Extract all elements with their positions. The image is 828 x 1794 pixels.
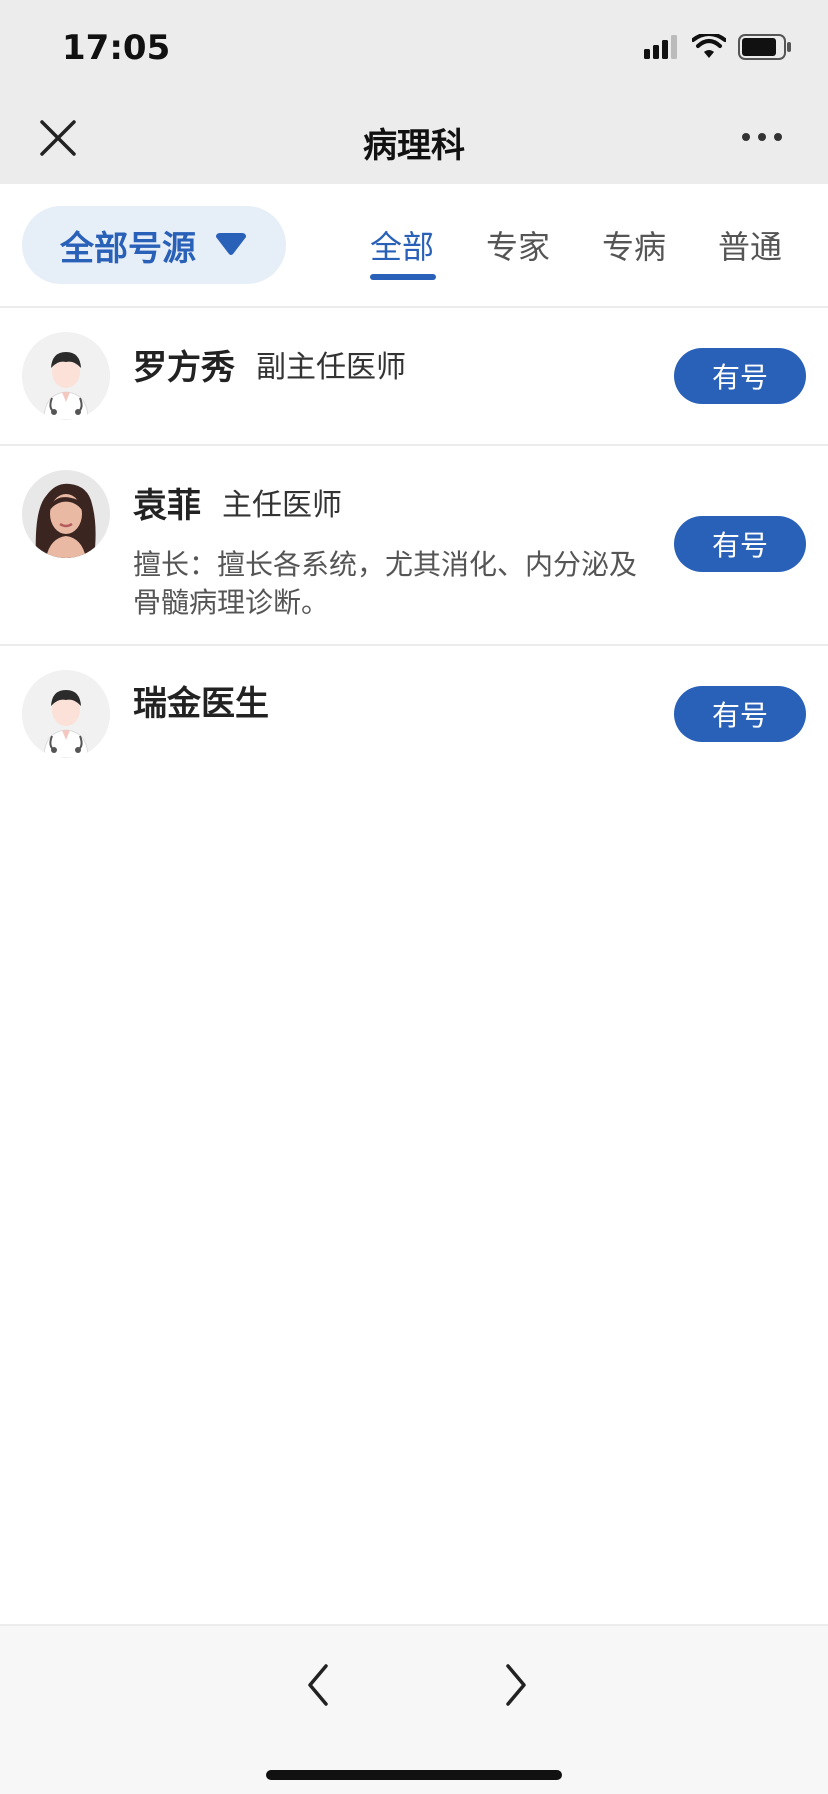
doctor-avatar bbox=[22, 670, 110, 758]
caret-down-icon bbox=[216, 233, 246, 255]
category-tabs: 全部 专家 专病 普通 bbox=[350, 184, 810, 306]
status-time: 17:05 bbox=[62, 28, 171, 68]
doctor-photo-icon bbox=[22, 470, 110, 558]
doctor-name: 袁菲 bbox=[133, 486, 201, 526]
doctor-name: 瑞金医生 bbox=[133, 684, 269, 724]
wifi-icon bbox=[692, 34, 726, 58]
tab-general[interactable]: 普通 bbox=[718, 222, 782, 268]
doctor-title: 主任医师 bbox=[222, 488, 342, 523]
status-icons bbox=[644, 34, 792, 60]
battery-icon bbox=[738, 34, 791, 60]
bottom-toolbar bbox=[0, 1624, 828, 1794]
source-filter-label: 全部号源 bbox=[60, 228, 196, 269]
doctor-list-item[interactable]: 罗方秀 副主任医师 有号 bbox=[0, 308, 828, 446]
chevron-right-icon[interactable] bbox=[496, 1660, 536, 1710]
home-indicator bbox=[266, 1770, 562, 1780]
doctor-specialty: 擅长：擅长各系统，尤其消化、内分泌及骨髓病理诊断。 bbox=[133, 548, 638, 619]
doctor-avatar bbox=[22, 332, 110, 420]
filter-bar: 全部号源 全部 专家 专病 普通 bbox=[0, 184, 828, 308]
availability-button[interactable]: 有号 bbox=[674, 348, 806, 404]
doctor-name: 罗方秀 bbox=[133, 348, 235, 388]
doctor-list-item[interactable]: 袁菲 主任医师 擅长：擅长各系统，尤其消化、内分泌及骨髓病理诊断。 有号 bbox=[0, 446, 828, 646]
default-doctor-avatar-icon bbox=[22, 670, 110, 758]
signal-icon bbox=[644, 35, 677, 59]
doctor-avatar bbox=[22, 470, 110, 558]
chevron-left-icon[interactable] bbox=[298, 1660, 338, 1710]
default-doctor-avatar-icon bbox=[22, 332, 110, 420]
navigation-bar: 病理科 bbox=[0, 96, 828, 184]
tab-special-disease[interactable]: 专病 bbox=[602, 222, 666, 268]
active-tab-indicator bbox=[370, 274, 436, 280]
doctor-title: 副主任医师 bbox=[256, 350, 406, 385]
source-filter-dropdown[interactable]: 全部号源 bbox=[22, 206, 286, 284]
tab-all[interactable]: 全部 bbox=[370, 222, 434, 268]
page-title: 病理科 bbox=[363, 126, 465, 166]
availability-button[interactable]: 有号 bbox=[674, 516, 806, 572]
status-bar: 17:05 bbox=[0, 0, 828, 96]
doctor-list-item[interactable]: 瑞金医生 有号 bbox=[0, 646, 828, 770]
more-options-icon[interactable] bbox=[742, 122, 792, 152]
availability-button[interactable]: 有号 bbox=[674, 686, 806, 742]
tab-expert[interactable]: 专家 bbox=[486, 222, 550, 268]
